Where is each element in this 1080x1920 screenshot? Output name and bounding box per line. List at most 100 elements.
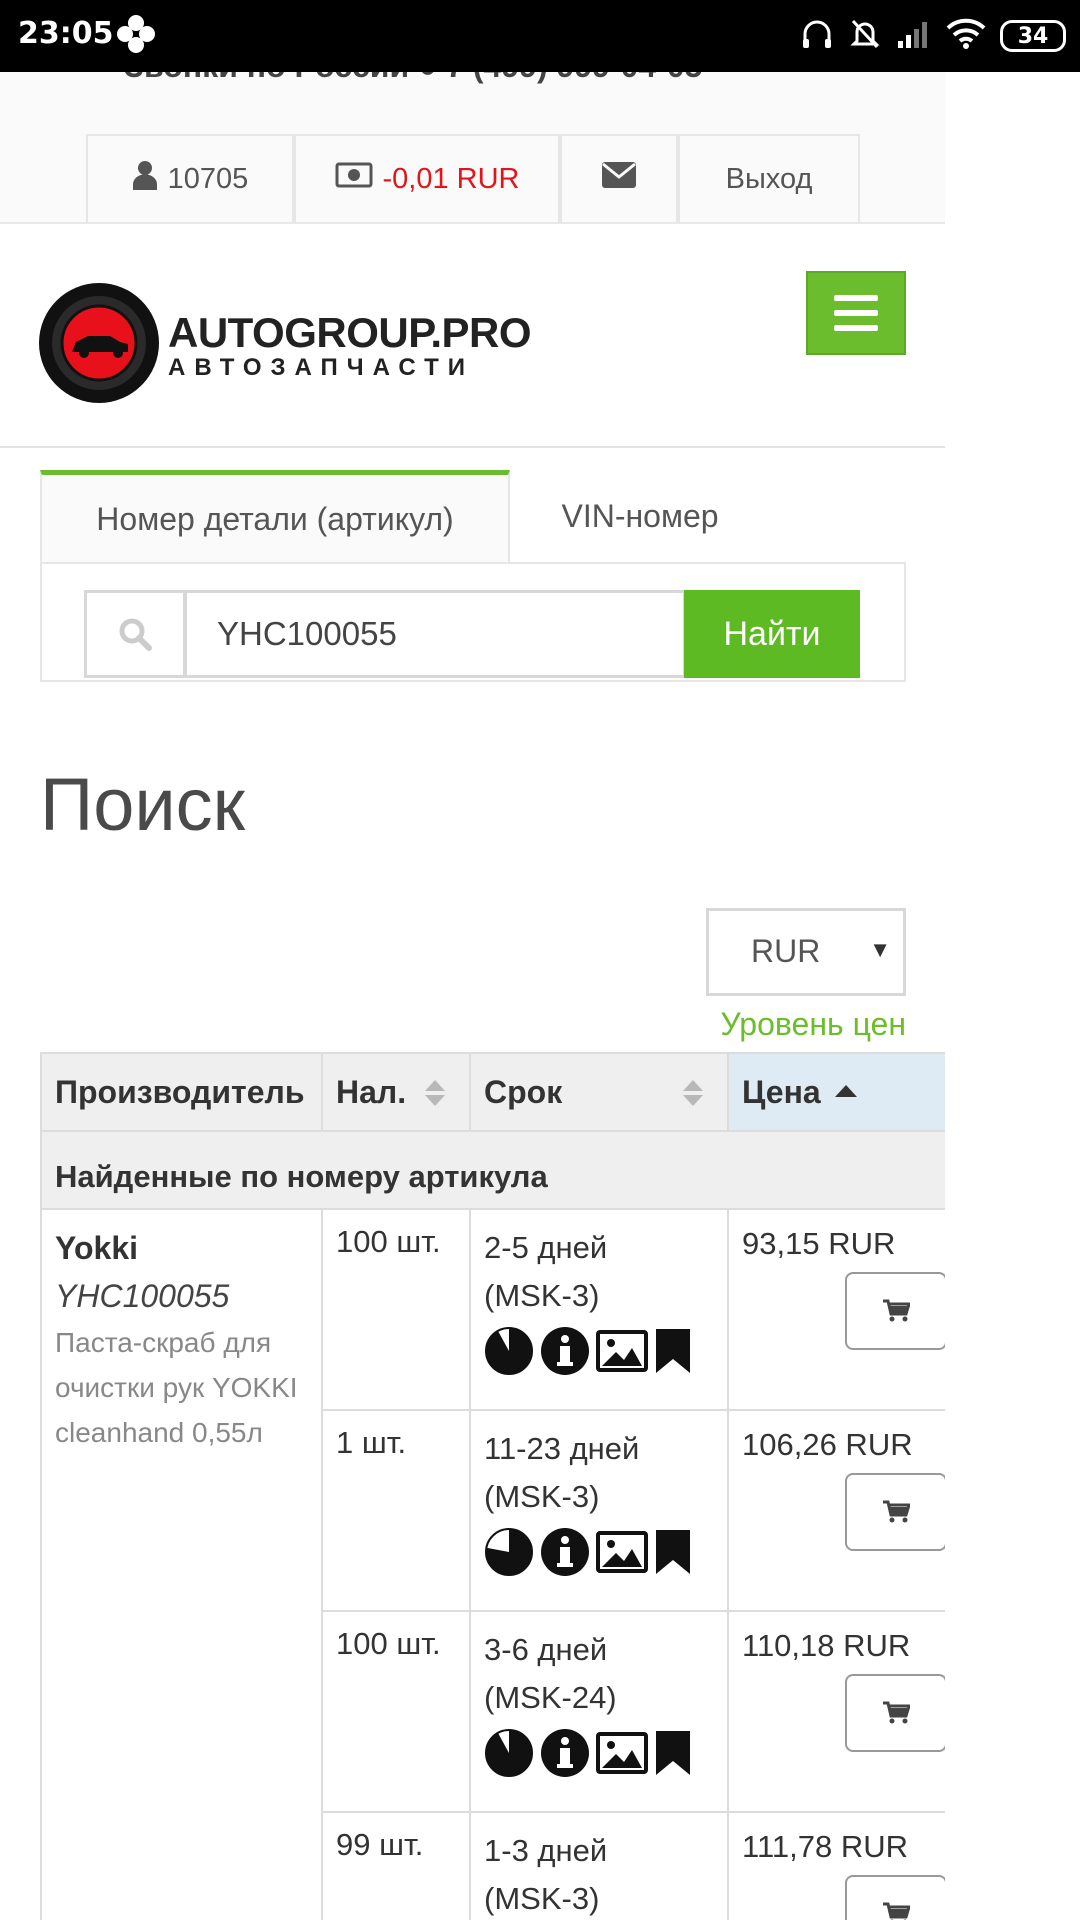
site-header: AUTOGROUP.PRO АВТОЗАПЧАСТИ bbox=[0, 224, 945, 448]
offer-icons bbox=[484, 1326, 714, 1376]
warehouse: (MSK-24) bbox=[484, 1680, 617, 1715]
group-title: Найденные по номеру артикула bbox=[40, 1130, 945, 1210]
logout-label: Выход bbox=[725, 162, 813, 195]
muted-bell-icon bbox=[848, 17, 882, 56]
price-value: 106,26 RUR bbox=[742, 1427, 913, 1462]
logo-title: AUTOGROUP.PRO bbox=[168, 308, 532, 356]
sort-icon bbox=[683, 1080, 703, 1108]
reliability-pie-icon[interactable] bbox=[484, 1326, 534, 1376]
offer-icons bbox=[484, 1527, 714, 1577]
add-to-cart-button[interactable] bbox=[845, 1272, 945, 1350]
logout-button[interactable]: Выход bbox=[678, 134, 860, 222]
reliability-pie-icon[interactable] bbox=[484, 1728, 534, 1778]
menu-line bbox=[834, 310, 878, 316]
user-icon bbox=[132, 160, 158, 198]
price-cell: 111,78 RUR bbox=[727, 1811, 945, 1920]
sort-ascending-icon bbox=[834, 1085, 857, 1098]
hamburger-menu-button[interactable] bbox=[806, 271, 906, 355]
part-description: Паста-скраб для очистки рук YOKKI cleanh… bbox=[55, 1327, 298, 1448]
image-icon[interactable] bbox=[596, 1531, 648, 1573]
cart-icon bbox=[883, 1902, 910, 1920]
wifi-icon bbox=[946, 18, 986, 55]
term-cell: 1-3 дней (MSK-3) bbox=[469, 1811, 729, 1920]
term-cell: 2-5 дней (MSK-3) bbox=[469, 1208, 729, 1411]
price-cell: 93,15 RUR bbox=[727, 1208, 945, 1411]
add-to-cart-button[interactable] bbox=[845, 1473, 945, 1551]
results-table: Производитель Нал. Срок Цена Найденные п… bbox=[40, 1052, 945, 1920]
user-id: 10705 bbox=[167, 162, 249, 195]
info-icon[interactable] bbox=[540, 1326, 590, 1376]
cart-icon bbox=[883, 1299, 910, 1322]
add-to-cart-button[interactable] bbox=[845, 1875, 945, 1920]
price-value: 110,18 RUR bbox=[742, 1628, 911, 1663]
cart-icon bbox=[883, 1701, 910, 1724]
price-cell: 110,18 RUR bbox=[727, 1610, 945, 1813]
tire-car-logo-icon bbox=[38, 282, 160, 409]
maker-name[interactable]: Yokki bbox=[55, 1224, 308, 1272]
stock-cell: 100 шт. bbox=[321, 1610, 471, 1813]
group-row: Найденные по номеру артикула bbox=[40, 1130, 945, 1210]
image-icon[interactable] bbox=[596, 1732, 648, 1774]
part-code: YHC100055 bbox=[55, 1278, 230, 1314]
signal-icon bbox=[896, 19, 932, 54]
table-header-row: Производитель Нал. Срок Цена bbox=[40, 1052, 945, 1132]
col-header-price[interactable]: Цена bbox=[727, 1052, 945, 1132]
search-icon bbox=[84, 590, 186, 678]
reliability-pie-icon[interactable] bbox=[484, 1527, 534, 1577]
dropdown-arrow-icon: ▼ bbox=[869, 937, 891, 962]
term-days: 11-23 дней bbox=[484, 1431, 640, 1466]
stock-cell: 100 шт. bbox=[321, 1208, 471, 1411]
search-tabs: Номер детали (артикул) VIN-номер bbox=[40, 470, 906, 564]
col-header-stock[interactable]: Нал. bbox=[321, 1052, 471, 1132]
stock-cell: 1 шт. bbox=[321, 1409, 471, 1612]
bookmark-icon[interactable] bbox=[654, 1327, 692, 1375]
term-days: 1-3 дней bbox=[484, 1833, 608, 1868]
search-group: Найти bbox=[84, 590, 860, 678]
headphones-icon bbox=[800, 17, 834, 56]
bookmark-icon[interactable] bbox=[654, 1729, 692, 1777]
account-button[interactable]: 10705 bbox=[86, 134, 294, 222]
image-icon[interactable] bbox=[596, 1330, 648, 1372]
table-row: Yokki YHC100055 Паста-скраб для очистки … bbox=[40, 1208, 945, 1920]
stock-cell: 99 шт. bbox=[321, 1811, 471, 1920]
tab-vin[interactable]: VIN-номер bbox=[510, 470, 770, 562]
messages-button[interactable] bbox=[560, 134, 678, 222]
menu-line bbox=[834, 325, 878, 331]
envelope-icon bbox=[601, 161, 637, 197]
term-cell: 3-6 дней (MSK-24) bbox=[469, 1610, 729, 1813]
phone-text: Звонки по России ● 7 (499) 999-04-05 bbox=[124, 72, 702, 85]
page-title: Поиск bbox=[40, 763, 246, 846]
col-header-maker[interactable]: Производитель bbox=[40, 1052, 323, 1132]
term-cell: 11-23 дней (MSK-3) bbox=[469, 1409, 729, 1612]
add-to-cart-button[interactable] bbox=[845, 1674, 945, 1752]
account-bar: Звонки по России ● 7 (499) 999-04-05 107… bbox=[0, 72, 945, 224]
price-value: 111,78 RUR bbox=[742, 1829, 908, 1864]
info-icon[interactable] bbox=[540, 1728, 590, 1778]
search-button[interactable]: Найти bbox=[684, 590, 860, 678]
money-icon bbox=[335, 162, 373, 196]
maker-cell: Yokki YHC100055 Паста-скраб для очистки … bbox=[40, 1208, 323, 1920]
battery-indicator: 34 bbox=[1000, 20, 1066, 52]
offer-icons bbox=[484, 1728, 714, 1778]
currency-value: RUR bbox=[751, 933, 821, 969]
site-logo[interactable]: AUTOGROUP.PRO АВТОЗАПЧАСТИ bbox=[38, 282, 532, 409]
currency-select[interactable]: RUR ▼ bbox=[706, 908, 906, 996]
price-level-link[interactable]: Уровень цен bbox=[720, 1006, 906, 1043]
balance-value: -0,01 RUR bbox=[382, 162, 520, 195]
price-cell: 106,26 RUR bbox=[727, 1409, 945, 1612]
search-input[interactable] bbox=[184, 590, 686, 678]
tab-part-number[interactable]: Номер детали (артикул) bbox=[40, 470, 510, 564]
search-panel: Найти bbox=[40, 562, 906, 682]
col-header-term[interactable]: Срок bbox=[469, 1052, 729, 1132]
status-bar: 23:05 34 bbox=[0, 0, 1080, 72]
cart-icon bbox=[883, 1500, 910, 1523]
logo-subtitle: АВТОЗАПЧАСТИ bbox=[168, 353, 475, 381]
web-page: Звонки по России ● 7 (499) 999-04-05 107… bbox=[0, 72, 945, 1920]
status-time: 23:05 bbox=[18, 16, 114, 51]
menu-line bbox=[834, 295, 878, 301]
bookmark-icon[interactable] bbox=[654, 1528, 692, 1576]
info-icon[interactable] bbox=[540, 1527, 590, 1577]
term-days: 3-6 дней bbox=[484, 1632, 608, 1667]
warehouse: (MSK-3) bbox=[484, 1479, 600, 1514]
balance-button[interactable]: -0,01 RUR bbox=[294, 134, 560, 222]
